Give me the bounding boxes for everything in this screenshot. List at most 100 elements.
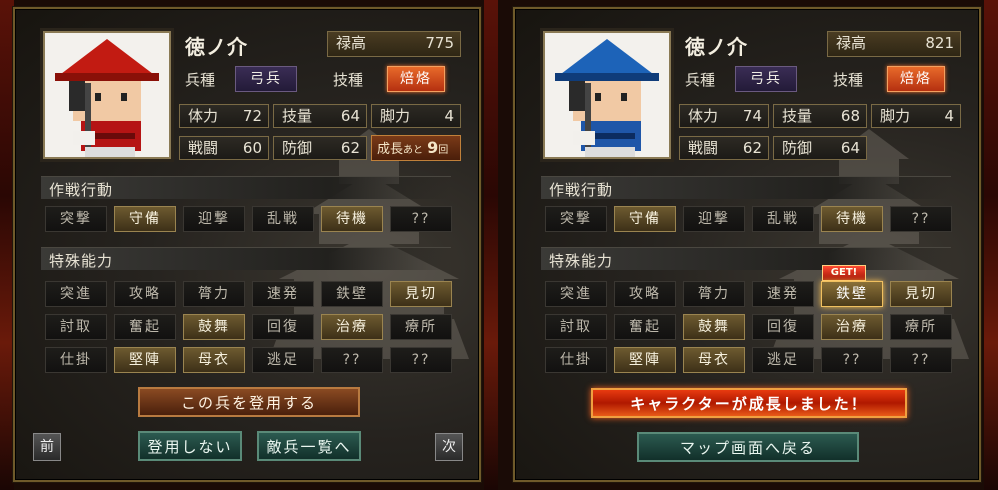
rokudaka-label: 禄高	[836, 34, 867, 52]
ability-button[interactable]: 母衣	[683, 347, 745, 373]
ability-button[interactable]: 討取	[45, 314, 107, 340]
next-button[interactable]: 次	[435, 433, 463, 461]
stat-value: 74	[742, 107, 762, 125]
ability-button[interactable]: 膂力	[683, 281, 745, 307]
growth-mid: あと	[403, 145, 424, 156]
ability-button[interactable]: 鉄壁	[821, 281, 883, 307]
tactic-button[interactable]: 守備	[614, 206, 676, 232]
stat-label: 戦闘	[688, 139, 719, 157]
ability-button[interactable]: 攻略	[614, 281, 676, 307]
ability-button[interactable]: 治療	[321, 314, 383, 340]
stat-label: 防御	[282, 139, 313, 157]
stat-tairyoku: 体力 72	[179, 104, 269, 128]
recruit-button[interactable]: この兵を登用する	[138, 387, 360, 417]
stat-value: 62	[340, 139, 360, 157]
ability-button[interactable]: 回復	[752, 314, 814, 340]
section-title: 作戦行動	[49, 181, 114, 199]
no-recruit-button[interactable]: 登用しない	[138, 431, 242, 461]
heishu-value: 弓兵	[235, 66, 297, 92]
soldier-name: 徳ノ介	[185, 35, 248, 59]
soldier-panel-left: 徳ノ介 禄高 775 兵種 弓兵 技種 焙烙 体力 72 技量 64 脚力 4 …	[12, 6, 482, 483]
ability-button[interactable]: 膂力	[183, 281, 245, 307]
ability-button[interactable]: 仕掛	[545, 347, 607, 373]
stat-sentou: 戦闘 60	[179, 136, 269, 160]
stat-value: 62	[742, 139, 762, 157]
ability-button[interactable]: 奮起	[114, 314, 176, 340]
ability-button[interactable]: 仕掛	[45, 347, 107, 373]
background-strip	[984, 0, 998, 490]
stat-sentou: 戦闘 62	[679, 136, 769, 160]
tactic-button[interactable]: 乱戦	[252, 206, 314, 232]
ability-button[interactable]: 治療	[821, 314, 883, 340]
tactic-button[interactable]: 守備	[114, 206, 176, 232]
ability-button[interactable]: 療所	[390, 314, 452, 340]
abilities-section-header: 特殊能力	[541, 247, 951, 270]
soldier-panel-right: 徳ノ介 禄高 821 兵種 弓兵 技種 焙烙 体力 74 技量 68 脚力 4 …	[512, 6, 982, 483]
ability-button[interactable]: 堅陣	[614, 347, 676, 373]
section-title: 特殊能力	[549, 252, 614, 270]
rokudaka-value: 821	[925, 34, 954, 52]
tactic-button[interactable]: 迎撃	[683, 206, 745, 232]
tactic-button[interactable]: ??	[890, 206, 952, 232]
stat-value: 60	[242, 139, 262, 157]
abilities-section-header: 特殊能力	[41, 247, 451, 270]
tactic-button[interactable]: 突撃	[545, 206, 607, 232]
ability-button[interactable]: 討取	[545, 314, 607, 340]
ability-button[interactable]: ??	[321, 347, 383, 373]
growth-remaining-badge: 成長あと 9回	[371, 135, 461, 161]
return-to-map-button[interactable]: マップ画面へ戻る	[637, 432, 859, 462]
rokudaka-label: 禄高	[336, 34, 367, 52]
stat-label: 脚力	[380, 107, 411, 125]
stat-value: 72	[242, 107, 262, 125]
stat-label: 脚力	[880, 107, 911, 125]
stat-label: 体力	[188, 107, 219, 125]
ability-button[interactable]: 鼓舞	[683, 314, 745, 340]
gihou-value: 焙烙	[387, 66, 445, 92]
tactic-button[interactable]: 突撃	[45, 206, 107, 232]
prev-button[interactable]: 前	[33, 433, 61, 461]
stat-label: 戦闘	[188, 139, 219, 157]
ability-button[interactable]: 突進	[545, 281, 607, 307]
ability-button[interactable]: 見切	[390, 281, 452, 307]
stat-label: 防御	[782, 139, 813, 157]
growth-prefix: 成長	[377, 142, 404, 157]
enemy-list-button[interactable]: 敵兵一覧へ	[257, 431, 361, 461]
ability-button[interactable]: 回復	[252, 314, 314, 340]
ability-button[interactable]: 奮起	[614, 314, 676, 340]
section-title: 作戦行動	[549, 181, 614, 199]
soldier-portrait	[543, 31, 671, 159]
rokudaka-value: 775	[425, 34, 454, 52]
growth-suffix: 回	[438, 145, 449, 156]
ability-button[interactable]: 見切	[890, 281, 952, 307]
tactic-button[interactable]: 待機	[821, 206, 883, 232]
ability-button[interactable]: 母衣	[183, 347, 245, 373]
ability-button[interactable]: 堅陣	[114, 347, 176, 373]
ability-button[interactable]: 逃足	[752, 347, 814, 373]
tactic-button[interactable]: ??	[390, 206, 452, 232]
tactic-button[interactable]: 乱戦	[752, 206, 814, 232]
ability-button[interactable]: 速発	[252, 281, 314, 307]
stat-giryou: 技量 64	[273, 104, 367, 128]
stat-kyakuryoku: 脚力 4	[871, 104, 961, 128]
stat-bougyo: 防御 64	[773, 136, 867, 160]
ability-button[interactable]: 逃足	[252, 347, 314, 373]
ability-button[interactable]: 攻略	[114, 281, 176, 307]
tactic-button[interactable]: 迎撃	[183, 206, 245, 232]
ability-button[interactable]: 速発	[752, 281, 814, 307]
get-badge: GET!	[822, 265, 866, 281]
stat-bougyo: 防御 62	[273, 136, 367, 160]
ability-button[interactable]: 療所	[890, 314, 952, 340]
ability-button[interactable]: 鼓舞	[183, 314, 245, 340]
growth-count: 9	[427, 138, 439, 157]
ability-button[interactable]: 鉄壁	[321, 281, 383, 307]
ability-button[interactable]: ??	[390, 347, 452, 373]
heishu-label: 兵種	[685, 71, 716, 89]
tactic-button[interactable]: 待機	[321, 206, 383, 232]
ability-button[interactable]: ??	[821, 347, 883, 373]
stat-value: 64	[340, 107, 360, 125]
ability-button[interactable]: 突進	[45, 281, 107, 307]
gihou-label: 技種	[833, 71, 864, 89]
stat-tairyoku: 体力 74	[679, 104, 769, 128]
heishu-label: 兵種	[185, 71, 216, 89]
ability-button[interactable]: ??	[890, 347, 952, 373]
